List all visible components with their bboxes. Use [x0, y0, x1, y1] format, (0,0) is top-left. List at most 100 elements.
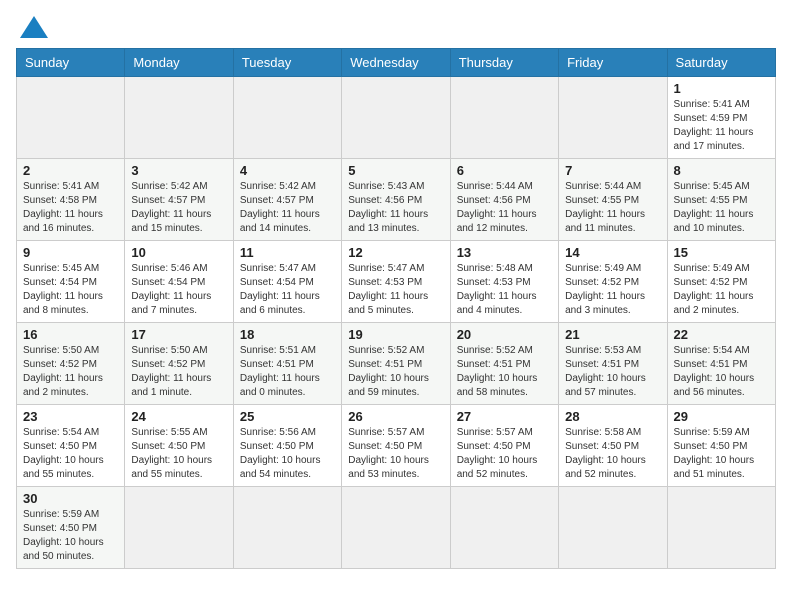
calendar-cell — [559, 487, 667, 569]
day-info: Sunrise: 5:42 AM Sunset: 4:57 PM Dayligh… — [240, 180, 335, 236]
calendar-row: 1Sunrise: 5:41 AM Sunset: 4:59 PM Daylig… — [17, 77, 776, 159]
day-number: 1 — [674, 81, 769, 96]
day-number: 4 — [240, 163, 335, 178]
calendar-cell: 4 Sunrise: 5:42 AM Sunset: 4:57 PM Daylig… — [233, 159, 341, 241]
calendar-row: 23Sunrise: 5:54 AM Sunset: 4:50 PM Dayli… — [17, 405, 776, 487]
calendar-cell: 16 Sunrise: 5:50 AM Sunset: 4:52 PM Dayli… — [17, 323, 125, 405]
day-number: 13 — [457, 245, 552, 260]
calendar-cell: 28 Sunrise: 5:58 AM Sunset: 4:50 PM Dayli… — [559, 405, 667, 487]
day-number: 16 — [23, 327, 118, 342]
day-number: 9 — [23, 245, 118, 260]
calendar-cell: 15 Sunrise: 5:49 AM Sunset: 4:52 PM Dayli… — [667, 241, 775, 323]
day-info: Sunrise: 5:47 AM Sunset: 4:54 PM Dayligh… — [240, 262, 335, 318]
day-number: 15 — [674, 245, 769, 260]
day-info: Sunrise: 5:42 AM Sunset: 4:57 PM Dayligh… — [131, 180, 226, 236]
day-info: Sunrise: 5:57 AM Sunset: 4:50 PM Dayligh… — [457, 426, 552, 482]
day-number: 14 — [565, 245, 660, 260]
calendar-cell: 30 Sunrise: 5:59 AM Sunset: 4:50 PM Dayli… — [17, 487, 125, 569]
calendar-cell: 21Sunrise: 5:53 AM Sunset: 4:51 PM Dayli… — [559, 323, 667, 405]
day-info: Sunrise: 5:50 AM Sunset: 4:52 PM Dayligh… — [131, 344, 226, 400]
weekday-header-tuesday: Tuesday — [233, 49, 341, 77]
day-info: Sunrise: 5:54 AM Sunset: 4:50 PM Dayligh… — [23, 426, 118, 482]
day-info: Sunrise: 5:44 AM Sunset: 4:55 PM Dayligh… — [565, 180, 660, 236]
day-number: 3 — [131, 163, 226, 178]
calendar-cell: 23Sunrise: 5:54 AM Sunset: 4:50 PM Dayli… — [17, 405, 125, 487]
day-number: 28 — [565, 409, 660, 424]
calendar-table: SundayMondayTuesdayWednesdayThursdayFrid… — [16, 48, 776, 569]
calendar-cell: 13 Sunrise: 5:48 AM Sunset: 4:53 PM Dayli… — [450, 241, 558, 323]
calendar-cell: 2Sunrise: 5:41 AM Sunset: 4:58 PM Daylig… — [17, 159, 125, 241]
calendar-cell: 1Sunrise: 5:41 AM Sunset: 4:59 PM Daylig… — [667, 77, 775, 159]
day-number: 7 — [565, 163, 660, 178]
day-number: 17 — [131, 327, 226, 342]
calendar-cell: 29Sunrise: 5:59 AM Sunset: 4:50 PM Dayli… — [667, 405, 775, 487]
day-number: 19 — [348, 327, 443, 342]
day-info: Sunrise: 5:47 AM Sunset: 4:53 PM Dayligh… — [348, 262, 443, 318]
calendar-cell: 26Sunrise: 5:57 AM Sunset: 4:50 PM Dayli… — [342, 405, 450, 487]
calendar-row: 2Sunrise: 5:41 AM Sunset: 4:58 PM Daylig… — [17, 159, 776, 241]
calendar-cell: 19 Sunrise: 5:52 AM Sunset: 4:51 PM Dayli… — [342, 323, 450, 405]
calendar-cell: 5Sunrise: 5:43 AM Sunset: 4:56 PM Daylig… — [342, 159, 450, 241]
calendar-cell: 10Sunrise: 5:46 AM Sunset: 4:54 PM Dayli… — [125, 241, 233, 323]
calendar-cell — [233, 487, 341, 569]
day-info: Sunrise: 5:49 AM Sunset: 4:52 PM Dayligh… — [565, 262, 660, 318]
calendar-row: 9 Sunrise: 5:45 AM Sunset: 4:54 PM Daylig… — [17, 241, 776, 323]
day-number: 11 — [240, 245, 335, 260]
weekday-header-sunday: Sunday — [17, 49, 125, 77]
calendar-cell — [559, 77, 667, 159]
day-number: 8 — [674, 163, 769, 178]
day-info: Sunrise: 5:56 AM Sunset: 4:50 PM Dayligh… — [240, 426, 335, 482]
day-info: Sunrise: 5:49 AM Sunset: 4:52 PM Dayligh… — [674, 262, 769, 318]
day-number: 29 — [674, 409, 769, 424]
day-number: 21 — [565, 327, 660, 342]
calendar-row: 30 Sunrise: 5:59 AM Sunset: 4:50 PM Dayli… — [17, 487, 776, 569]
weekday-header-monday: Monday — [125, 49, 233, 77]
day-info: Sunrise: 5:41 AM Sunset: 4:58 PM Dayligh… — [23, 180, 118, 236]
weekday-header-wednesday: Wednesday — [342, 49, 450, 77]
day-number: 12 — [348, 245, 443, 260]
day-number: 6 — [457, 163, 552, 178]
calendar-cell — [233, 77, 341, 159]
day-info: Sunrise: 5:50 AM Sunset: 4:52 PM Dayligh… — [23, 344, 118, 400]
day-number: 26 — [348, 409, 443, 424]
day-info: Sunrise: 5:59 AM Sunset: 4:50 PM Dayligh… — [23, 508, 118, 564]
calendar-cell — [342, 77, 450, 159]
weekday-header-friday: Friday — [559, 49, 667, 77]
calendar-cell: 27 Sunrise: 5:57 AM Sunset: 4:50 PM Dayli… — [450, 405, 558, 487]
day-info: Sunrise: 5:48 AM Sunset: 4:53 PM Dayligh… — [457, 262, 552, 318]
day-info: Sunrise: 5:51 AM Sunset: 4:51 PM Dayligh… — [240, 344, 335, 400]
day-info: Sunrise: 5:52 AM Sunset: 4:51 PM Dayligh… — [457, 344, 552, 400]
calendar-cell: 18 Sunrise: 5:51 AM Sunset: 4:51 PM Dayli… — [233, 323, 341, 405]
day-number: 30 — [23, 491, 118, 506]
calendar-cell — [667, 487, 775, 569]
day-number: 22 — [674, 327, 769, 342]
day-number: 27 — [457, 409, 552, 424]
calendar-cell: 12 Sunrise: 5:47 AM Sunset: 4:53 PM Dayli… — [342, 241, 450, 323]
weekday-header-saturday: Saturday — [667, 49, 775, 77]
calendar-cell: 22 Sunrise: 5:54 AM Sunset: 4:51 PM Dayli… — [667, 323, 775, 405]
logo — [16, 16, 48, 40]
day-number: 10 — [131, 245, 226, 260]
day-info: Sunrise: 5:45 AM Sunset: 4:55 PM Dayligh… — [674, 180, 769, 236]
day-info: Sunrise: 5:43 AM Sunset: 4:56 PM Dayligh… — [348, 180, 443, 236]
calendar-cell — [450, 77, 558, 159]
calendar-cell: 17 Sunrise: 5:50 AM Sunset: 4:52 PM Dayli… — [125, 323, 233, 405]
calendar-cell — [17, 77, 125, 159]
calendar-cell — [342, 487, 450, 569]
day-number: 25 — [240, 409, 335, 424]
calendar-cell — [125, 487, 233, 569]
calendar-cell — [450, 487, 558, 569]
day-info: Sunrise: 5:45 AM Sunset: 4:54 PM Dayligh… — [23, 262, 118, 318]
day-info: Sunrise: 5:54 AM Sunset: 4:51 PM Dayligh… — [674, 344, 769, 400]
weekday-header-thursday: Thursday — [450, 49, 558, 77]
calendar-row: 16 Sunrise: 5:50 AM Sunset: 4:52 PM Dayli… — [17, 323, 776, 405]
day-info: Sunrise: 5:44 AM Sunset: 4:56 PM Dayligh… — [457, 180, 552, 236]
calendar-cell — [125, 77, 233, 159]
day-info: Sunrise: 5:52 AM Sunset: 4:51 PM Dayligh… — [348, 344, 443, 400]
calendar-cell: 14 Sunrise: 5:49 AM Sunset: 4:52 PM Dayli… — [559, 241, 667, 323]
weekday-header-row: SundayMondayTuesdayWednesdayThursdayFrid… — [17, 49, 776, 77]
day-number: 18 — [240, 327, 335, 342]
day-number: 24 — [131, 409, 226, 424]
day-info: Sunrise: 5:58 AM Sunset: 4:50 PM Dayligh… — [565, 426, 660, 482]
calendar-cell: 6 Sunrise: 5:44 AM Sunset: 4:56 PM Daylig… — [450, 159, 558, 241]
